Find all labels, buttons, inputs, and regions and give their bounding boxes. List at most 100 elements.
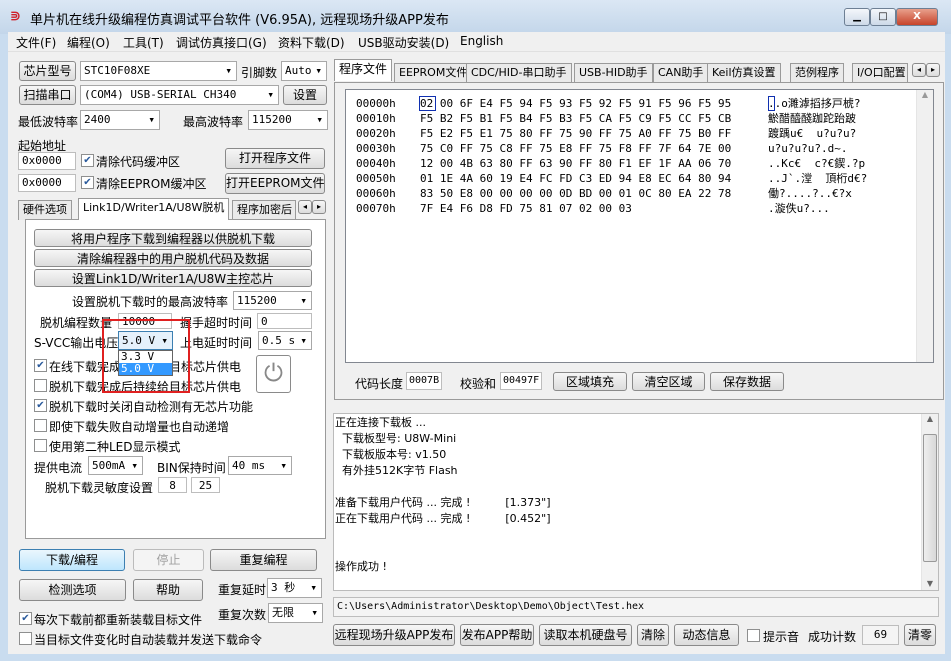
sensitivity-input-1[interactable]: 8 (158, 477, 187, 493)
bin-hold-select[interactable]: 40 ms (228, 456, 292, 475)
sensitivity-input-2[interactable]: 25 (191, 477, 220, 493)
help-button[interactable]: 帮助 (133, 579, 203, 601)
power-icon[interactable]: ⏻ (256, 355, 291, 393)
hex-bytes: 83 50 E8 00 00 00 00 0D BD 00 01 0C 80 E… (420, 187, 732, 200)
fill-region-button[interactable]: 区域填充 (553, 372, 627, 391)
menu-tools[interactable]: 工具(T) (119, 33, 168, 52)
menu-program[interactable]: 编程(O) (63, 33, 114, 52)
clear-code-label: 清除代码缓冲区 (96, 155, 181, 169)
port-select[interactable]: (COM4) USB-SERIAL CH340 (80, 85, 279, 105)
min-baud-select[interactable]: 2400 (80, 110, 160, 130)
tab-keil-settings[interactable]: Keil仿真设置 (707, 63, 781, 83)
offline-max-baud-select[interactable]: 115200 (233, 291, 312, 310)
clear-eeprom-checkbox[interactable]: ✔ (81, 176, 94, 189)
dynamic-info-button[interactable]: 动态信息 (674, 624, 739, 646)
open-eeprom-file-button[interactable]: 打开EEPROM文件 (225, 173, 325, 194)
keep-power-offline-checkbox[interactable] (34, 379, 47, 392)
power-delay-select[interactable]: 0.5 s (258, 331, 312, 350)
port-settings-button[interactable]: 设置 (283, 85, 327, 105)
pins-select[interactable]: Auto (281, 61, 327, 81)
menu-debug[interactable]: 调试仿真接口(G) (172, 33, 271, 52)
tab-can[interactable]: CAN助手 (653, 63, 709, 83)
chip-model-select[interactable]: STC10F08XE (80, 61, 237, 81)
disable-chip-detect-checkbox[interactable]: ✔ (34, 399, 47, 412)
handshake-timeout-input[interactable]: 0 (257, 313, 312, 329)
tab-encryption[interactable]: 程序加密后 (232, 200, 296, 220)
hex-address: 00030h (356, 142, 396, 155)
menu-downloads[interactable]: 资料下载(D) (274, 33, 349, 52)
clear-code-checkbox[interactable]: ✔ (81, 154, 94, 167)
log-output[interactable]: 正在连接下载板 ... 下载板型号: U8W-Mini 下载板版本号: v1.5… (333, 413, 939, 591)
menu-bar: 文件(F) 编程(O) 工具(T) 调试仿真接口(G) 资料下载(D) USB驱… (8, 32, 945, 52)
repeat-program-button[interactable]: 重复编程 (210, 549, 317, 571)
save-data-button[interactable]: 保存数据 (710, 372, 784, 391)
sensitivity-label: 脱机下载灵敏度设置 (45, 481, 154, 495)
check-options-button[interactable]: 检测选项 (19, 579, 126, 601)
clear-programmer-button[interactable]: 清除编程器中的用户脱机代码及数据 (34, 249, 312, 267)
log-scrollbar[interactable]: ▲ ▼ (921, 414, 938, 590)
code-start-address-input[interactable]: 0x0000 (18, 152, 76, 170)
hex-cursor (419, 96, 436, 111)
max-baud-select[interactable]: 115200 (248, 110, 328, 130)
tab-hardware-options[interactable]: 硬件选项 (18, 200, 72, 220)
tab-scroll-right[interactable]: ▸ (312, 200, 326, 214)
hex-address: 00000h (356, 97, 396, 110)
close-button[interactable]: X (896, 8, 938, 26)
clear-region-button[interactable]: 清空区域 (632, 372, 705, 391)
beep-checkbox[interactable] (747, 629, 760, 642)
tab-scroll-left[interactable]: ◂ (912, 63, 926, 77)
reload-file-checkbox[interactable]: ✔ (19, 612, 32, 625)
hex-address: 00040h (356, 157, 396, 170)
download-to-programmer-button[interactable]: 将用户程序下载到编程器以供脱机下载 (34, 229, 312, 247)
hex-ascii: ..J`.漟 頂桁d€? (768, 172, 868, 185)
tab-eeprom-file[interactable]: EEPROM文件 (394, 63, 473, 83)
reset-count-button[interactable]: 清零 (904, 624, 936, 646)
hex-bytes: F5 B2 F5 B1 F5 B4 F5 B3 F5 CA F5 C9 F5 C… (420, 112, 732, 125)
tab-offline[interactable]: Link1D/Writer1A/U8W脱机 (78, 198, 230, 220)
tab-program-file[interactable]: 程序文件 (334, 59, 393, 81)
hex-scrollbar[interactable]: ▲ (916, 90, 933, 362)
open-program-file-button[interactable]: 打开程序文件 (225, 148, 325, 169)
checksum-value: 00497F (500, 372, 542, 390)
scroll-down-icon[interactable]: ▼ (922, 579, 938, 588)
read-disk-id-button[interactable]: 读取本机硬盘号 (539, 624, 632, 646)
keep-power-online-checkbox[interactable]: ✔ (34, 359, 47, 372)
title-bar[interactable]: ⋑ 单片机在线升级编程仿真调试平台软件 (V6.95A), 远程现场升级APP发… (0, 0, 951, 34)
tab-examples[interactable]: 范例程序 (790, 63, 844, 83)
hex-address: 00020h (356, 127, 396, 140)
tab-io-config[interactable]: I/O口配置 (852, 63, 908, 83)
led-mode-checkbox[interactable] (34, 439, 47, 452)
menu-usb-driver[interactable]: USB驱动安装(D) (354, 33, 453, 52)
log-scroll-thumb[interactable] (923, 434, 937, 562)
hex-address: 00010h (356, 112, 396, 125)
log-line: 下载板版本号: v1.50 (335, 448, 447, 461)
current-select[interactable]: 500mA (88, 456, 143, 475)
tab-scroll-right[interactable]: ▸ (926, 63, 940, 77)
auto-increment-checkbox[interactable] (34, 419, 47, 432)
scroll-up-icon[interactable]: ▲ (922, 414, 938, 423)
menu-english[interactable]: English (456, 33, 507, 49)
scroll-up-icon[interactable]: ▲ (917, 90, 933, 99)
log-line: 有外挂512K字节 Flash (335, 464, 458, 477)
publish-app-button[interactable]: 远程现场升级APP发布 (333, 624, 455, 646)
stop-button[interactable]: 停止 (133, 549, 204, 571)
eeprom-start-address-input[interactable]: 0x0000 (18, 174, 76, 192)
tab-cdc-hid-serial[interactable]: CDC/HID-串口助手 (466, 63, 572, 83)
clear-log-button[interactable]: 清除 (637, 624, 669, 646)
chip-model-button[interactable]: 芯片型号 (19, 61, 76, 81)
download-program-button[interactable]: 下载/编程 (19, 549, 125, 571)
minimize-button[interactable]: ▁ (844, 8, 870, 26)
hex-editor[interactable]: 00000h 02 00 6F E4 F5 94 F5 93 F5 92 F5 9… (345, 89, 934, 363)
repeat-delay-select[interactable]: 3 秒 (267, 578, 322, 598)
repeat-count-select[interactable]: 无限 (268, 603, 323, 623)
maximize-button[interactable]: □ (870, 8, 896, 26)
scan-port-button[interactable]: 扫描串口 (19, 85, 76, 105)
log-line: 正在下载用户代码 ... 完成 ! [0.452"] (335, 512, 551, 525)
menu-file[interactable]: 文件(F) (12, 33, 60, 52)
set-master-chip-button[interactable]: 设置Link1D/Writer1A/U8W主控芯片 (34, 269, 312, 287)
tab-usb-hid[interactable]: USB-HID助手 (574, 63, 653, 83)
tab-scroll-left[interactable]: ◂ (298, 200, 312, 214)
publish-help-button[interactable]: 发布APP帮助 (460, 624, 534, 646)
auto-load-checkbox[interactable] (19, 632, 32, 645)
